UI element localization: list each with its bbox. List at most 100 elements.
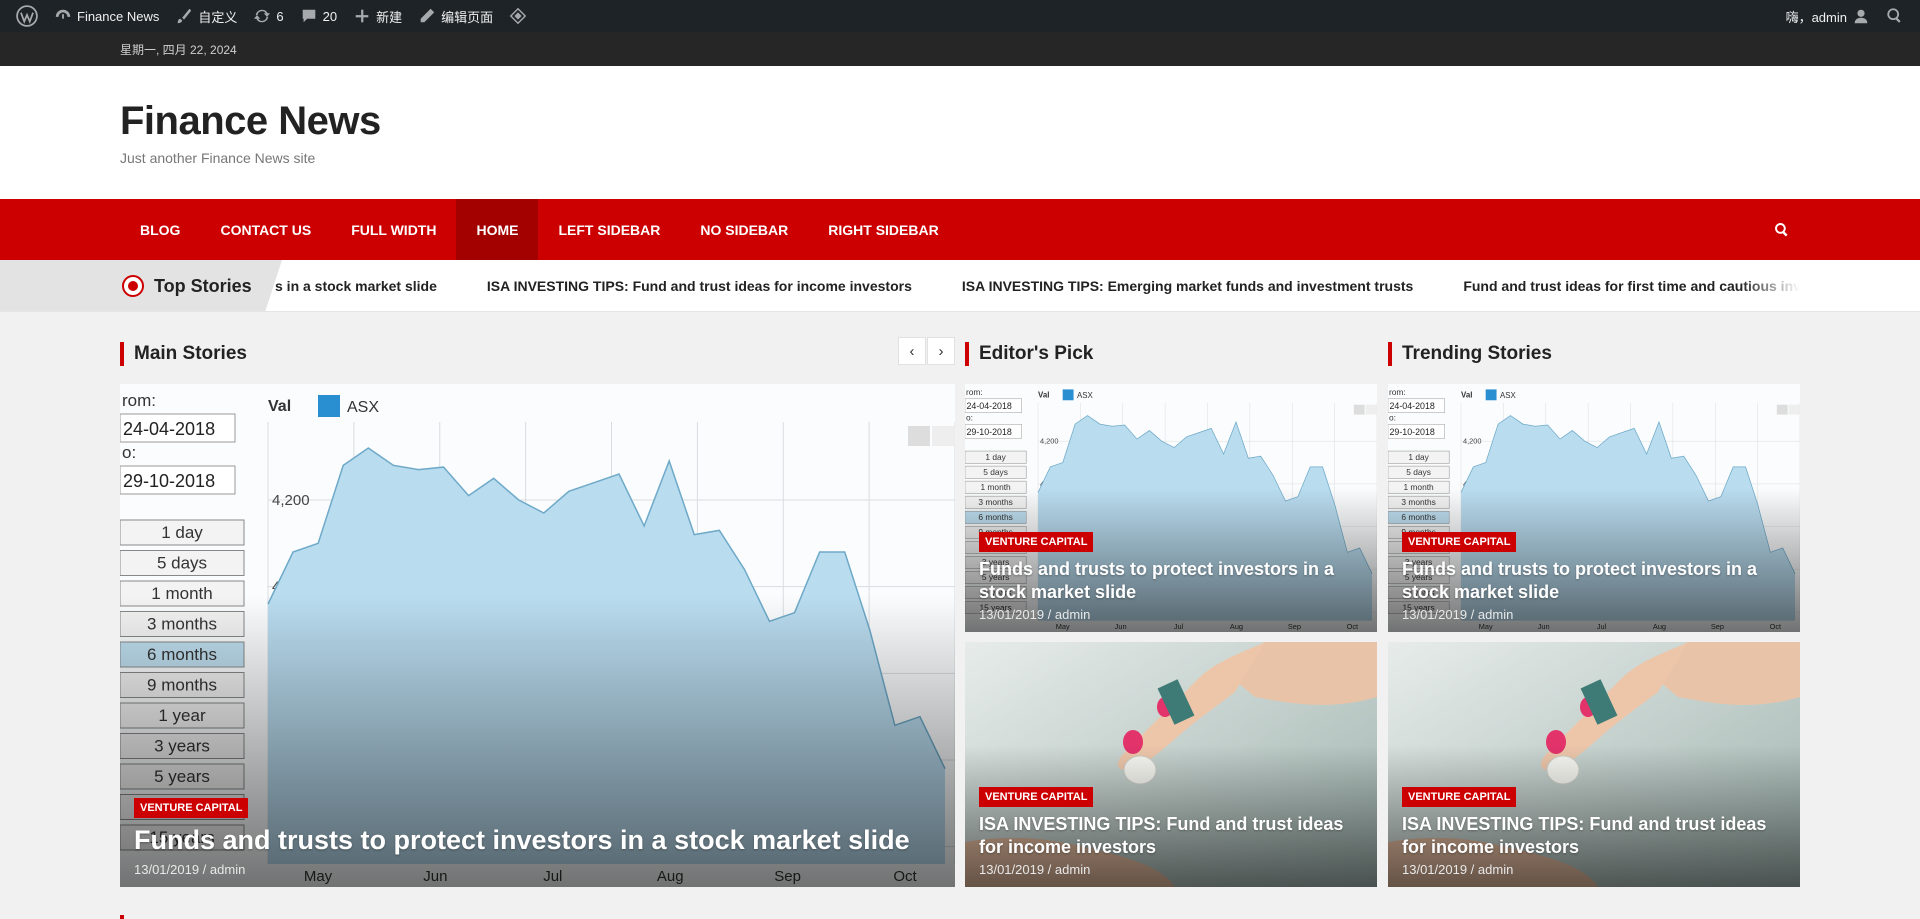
site-description: Just another Finance News site [120,150,316,166]
updates-button[interactable]: 6 [245,0,291,32]
nav-item-contact-us[interactable]: CONTACT US [200,199,331,260]
search-icon [1887,8,1901,23]
top-stories-ticker: Top Stories s in a stock market slide IS… [0,260,1920,312]
nav-search-button[interactable] [1764,212,1800,248]
category-badge[interactable]: VENTURE CAPITAL [1402,787,1517,807]
chevron-right-icon: › [938,342,944,360]
main-story-card[interactable]: rom: 24-04-2018 o: 29-10-2018 1 day 5 days 1 m… [120,384,955,887]
my-account-menu[interactable]: 嗨，admin [1778,0,1878,32]
legend-swatch [1485,389,1497,401]
date-to-label: o: [122,443,136,462]
section-heading-editors-pick: Editor's Pick [965,342,1093,366]
card-title[interactable]: Funds and trusts to protect investors in… [134,824,941,858]
section-heading-main-stories: Main Stories [120,342,247,366]
editors-pick-card[interactable]: VENTURE CAPITAL ISA INVESTING TIPS: Fund … [965,642,1377,887]
nav-item-full-width[interactable]: FULL WIDTH [331,199,456,260]
site-title[interactable]: Finance News [120,100,1920,142]
customize-label: 自定义 [198,9,238,25]
card-title[interactable]: Funds and trusts to protect investors in… [1402,558,1786,603]
new-content-button[interactable]: 新建 [345,0,410,32]
trending-story-card[interactable]: rom: 24-04-2018 o: 29-10-2018 1 day 5 days 1 m… [1388,384,1800,632]
card-info: VENTURE CAPITAL ISA INVESTING TIPS: Fund … [979,787,1363,877]
legend-swatch [318,395,340,417]
slider-prev-button[interactable]: ‹ [898,337,926,365]
admin-bar-left: Finance News 自定义 6 20 新建 编辑页面 [8,0,535,32]
chart-ylabel: Val [1461,390,1472,399]
nav-item-right-sidebar[interactable]: RIGHT SIDEBAR [808,199,958,260]
brush-icon [178,8,192,24]
range-button-label: 5 days [157,554,207,573]
site-name-label: Finance News [77,8,160,24]
ticker-item[interactable]: ISA INVESTING TIPS: Emerging market fund… [962,278,1413,294]
eraser-icon [1788,404,1800,415]
chart-ylabel: Val [1038,390,1049,399]
wordpress-icon [16,5,38,27]
customize-button[interactable]: 自定义 [167,0,245,32]
category-badge[interactable]: VENTURE CAPITAL [979,787,1094,807]
date-bar: 星期一, 四月 22, 2024 [0,32,1920,66]
pencil-icon [420,8,435,23]
section-title: Main Stories [134,343,247,364]
date-from-value: 24-04-2018 [1389,401,1434,411]
card-meta: 13/01/2019 / admin [979,862,1091,877]
current-date: 星期一, 四月 22, 2024 [120,42,237,57]
legend-label: ASX [1500,391,1517,400]
ticker-track: s in a stock market slide ISA INVESTING … [275,260,1800,311]
dashboard-icon [55,9,71,19]
updates-count: 6 [276,8,284,24]
date-from-value: 24-04-2018 [123,419,215,439]
diamond-plugin-button[interactable] [501,0,535,32]
editors-pick-card[interactable]: rom: 24-04-2018 o: 29-10-2018 1 day 5 days 1 m… [965,384,1377,632]
legend-label: ASX [1077,391,1094,400]
category-badge[interactable]: VENTURE CAPITAL [979,532,1094,552]
comment-icon [302,9,315,23]
eraser-icon [1365,404,1377,415]
range-button-label: 5 days [1406,467,1431,477]
nav-item-left-sidebar[interactable]: LEFT SIDEBAR [538,199,680,260]
content-area: Main Stories ‹ › Editor's Pick Trending … [0,312,1920,919]
new-label: 新建 [376,9,403,25]
category-badge[interactable]: VENTURE CAPITAL [1402,532,1517,552]
card-meta: 13/01/2019 / admin [1402,862,1514,877]
wordpress-logo-button[interactable] [8,0,46,32]
nav-item-no-sidebar[interactable]: NO SIDEBAR [680,199,808,260]
eraser-icon [1353,404,1365,415]
ticker-item[interactable]: ISA INVESTING TIPS: Fund and trust ideas… [487,278,912,294]
date-to-label: o: [966,412,973,422]
card-info: VENTURE CAPITAL ISA INVESTING TIPS: Fund … [1402,787,1786,877]
eraser-icon [932,426,954,446]
trending-story-card[interactable]: VENTURE CAPITAL ISA INVESTING TIPS: Fund … [1388,642,1800,887]
range-button-label: 1 day [985,452,1006,462]
date-from-label: rom: [966,387,983,397]
ticker-item[interactable]: s in a stock market slide [275,278,437,294]
legend-swatch [1062,389,1074,401]
admin-bar: Finance News 自定义 6 20 新建 编辑页面 嗨，admin [0,0,1920,32]
date-from-label: rom: [1389,387,1406,397]
card-meta: 13/01/2019 / admin [134,862,246,877]
card-title[interactable]: Funds and trusts to protect investors in… [979,558,1363,603]
site-name-menu[interactable]: Finance News [46,0,167,32]
legend-label: ASX [347,399,379,416]
card-title[interactable]: ISA INVESTING TIPS: Fund and trust ideas… [1402,813,1786,858]
y-tick-label: 4,200 [1463,437,1481,446]
date-from-label: rom: [122,391,156,410]
comments-count: 20 [322,8,338,24]
slider-next-button[interactable]: › [927,337,955,365]
section-title: Trending Stories [1402,343,1552,364]
nav-item-home[interactable]: HOME [456,199,539,260]
date-to-label: o: [1389,412,1396,422]
category-badge[interactable]: VENTURE CAPITAL [134,798,249,819]
date-to-value: 29-10-2018 [123,471,215,491]
next-section-marker [120,915,124,919]
nav-item-blog[interactable]: BLOG [120,199,200,260]
admin-search-button[interactable] [1878,0,1912,32]
card-info: VENTURE CAPITAL Funds and trusts to prote… [1402,532,1786,622]
ticker-title: Top Stories [154,275,252,296]
edit-page-button[interactable]: 编辑页面 [410,0,501,32]
card-title[interactable]: ISA INVESTING TIPS: Fund and trust ideas… [979,813,1363,858]
chart-ylabel: Val [268,398,291,415]
chevron-left-icon: ‹ [909,342,915,360]
user-avatar-icon [1854,9,1868,24]
comments-button[interactable]: 20 [292,0,345,32]
updates-icon [254,9,271,23]
